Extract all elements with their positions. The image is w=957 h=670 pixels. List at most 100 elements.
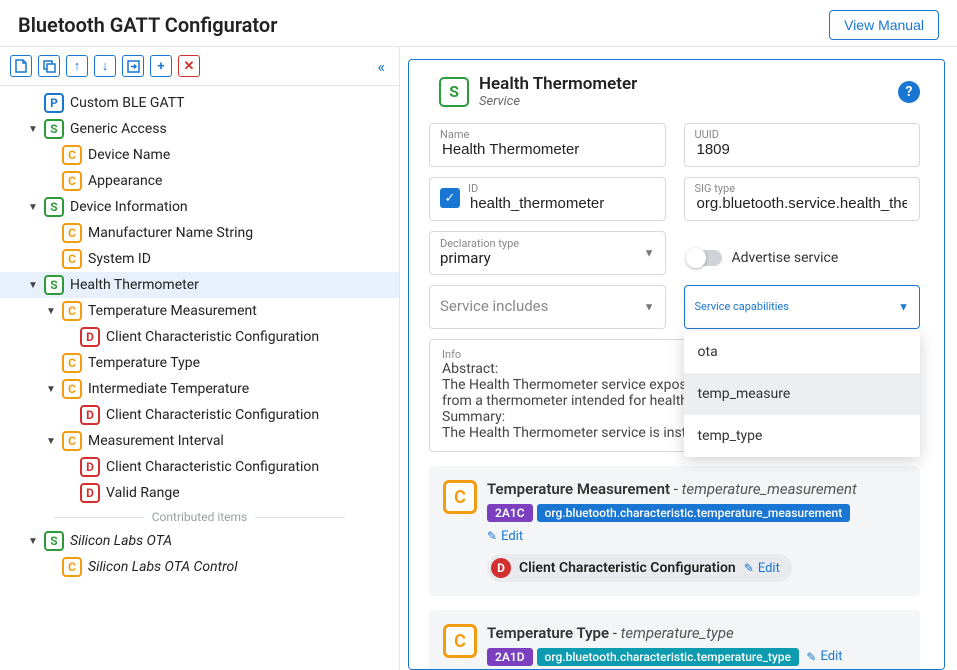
tree-label: Appearance: [88, 173, 162, 189]
characteristic-badge-icon: C: [443, 480, 477, 514]
copy-icon[interactable]: [38, 55, 60, 77]
advertise-toggle[interactable]: [688, 250, 722, 266]
type-pill: org.bluetooth.characteristic.temperature…: [537, 504, 851, 522]
tree-row[interactable]: ▼ S Device Information: [0, 194, 399, 220]
id-field[interactable]: ✓ ID: [429, 177, 666, 221]
d-badge-icon: D: [80, 327, 100, 347]
descriptor-row[interactable]: DClient Characteristic ConfigurationEdit: [487, 554, 792, 582]
tree-label: Client Characteristic Configuration: [106, 459, 319, 475]
declaration-type-value: primary: [440, 249, 655, 267]
caret-down-icon[interactable]: ▼: [28, 536, 38, 547]
uuid-field[interactable]: UUID: [684, 123, 921, 167]
new-icon[interactable]: [10, 55, 32, 77]
s-badge-icon: S: [44, 197, 64, 217]
tree-row[interactable]: ▼CSystem ID: [0, 246, 399, 272]
tree-row[interactable]: ▼CTemperature Measurement: [0, 298, 399, 324]
name-label: Name: [440, 129, 655, 140]
s-badge-icon: S: [44, 119, 64, 139]
sig-type-input[interactable]: [695, 194, 910, 213]
delete-icon[interactable]: ✕: [178, 55, 200, 77]
tree-row[interactable]: ▼ S Health Thermometer: [0, 272, 399, 298]
uuid-input[interactable]: [695, 140, 910, 159]
collapse-panel-icon[interactable]: «: [373, 57, 389, 76]
tree-row[interactable]: ▼DClient Characteristic Configuration: [0, 402, 399, 428]
tree-row[interactable]: ▼CTemperature Type: [0, 350, 399, 376]
c-badge-icon: C: [62, 431, 82, 451]
tree-label: Manufacturer Name String: [88, 225, 253, 241]
c-badge-icon: C: [62, 223, 82, 243]
characteristic-badge-icon: C: [443, 624, 477, 658]
edit-button[interactable]: Edit: [487, 529, 523, 544]
tree-row[interactable]: ▼CSilicon Labs OTA Control: [0, 554, 399, 580]
characteristic-title: Temperature Type - temperature_type: [487, 624, 906, 642]
tree-row[interactable]: ▼SSilicon Labs OTA: [0, 528, 399, 554]
id-input[interactable]: [468, 194, 655, 213]
c-badge-icon: C: [62, 379, 82, 399]
characteristic-card: C Temperature Type - temperature_type 2A1D…: [429, 610, 920, 670]
declaration-type-select[interactable]: Declaration type primary ▼: [429, 231, 666, 275]
id-label: ID: [468, 183, 655, 194]
caret-down-icon[interactable]: ▼: [28, 202, 38, 213]
descriptor-label: Client Characteristic Configuration: [519, 560, 736, 576]
help-icon[interactable]: ?: [898, 81, 920, 103]
tree-row[interactable]: ▼CIntermediate Temperature: [0, 376, 399, 402]
tree-row[interactable]: ▼PCustom BLE GATT: [0, 90, 399, 116]
caret-down-icon[interactable]: ▼: [46, 306, 56, 317]
uuid-pill: 2A1D: [487, 648, 533, 666]
caret-down-icon[interactable]: ▼: [46, 436, 56, 447]
tree-row[interactable]: ▼CDevice Name: [0, 142, 399, 168]
d-badge-icon: D: [80, 457, 100, 477]
caret-down-icon[interactable]: ▼: [28, 124, 38, 135]
tree-label: Health Thermometer: [70, 277, 199, 293]
sig-type-field[interactable]: SIG type: [684, 177, 921, 221]
dropdown-item[interactable]: temp_measure: [684, 373, 921, 415]
characteristic-card: C Temperature Measurement - temperature_m…: [429, 466, 920, 596]
page-title: Bluetooth GATT Configurator: [18, 13, 277, 37]
characteristic-title: Temperature Measurement - temperature_me…: [487, 480, 906, 498]
upload-icon[interactable]: ↑: [66, 55, 88, 77]
download-icon[interactable]: ↓: [94, 55, 116, 77]
import-icon[interactable]: [122, 55, 144, 77]
edit-button[interactable]: Edit: [806, 649, 842, 664]
service-capabilities-label: Service capabilities: [695, 301, 910, 312]
type-pill: org.bluetooth.characteristic.temperature…: [537, 648, 799, 666]
name-input[interactable]: [440, 140, 655, 159]
edit-button[interactable]: Edit: [744, 561, 780, 576]
caret-down-icon[interactable]: ▼: [28, 280, 38, 291]
left-panel: ↑ ↓ + ✕ « ▼PCustom BLE GATT ▼ S Generic Acc…: [0, 47, 400, 670]
tree-row[interactable]: ▼CAppearance: [0, 168, 399, 194]
id-checkbox[interactable]: ✓: [440, 188, 460, 208]
tree-row[interactable]: ▼DClient Characteristic Configuration: [0, 324, 399, 350]
tree-label: Generic Access: [70, 121, 167, 137]
service-includes-placeholder: Service includes: [440, 297, 655, 315]
tree-label: Device Name: [88, 147, 170, 163]
uuid-label: UUID: [695, 129, 910, 140]
service-includes-select[interactable]: Service includes ▼: [429, 285, 666, 329]
c-badge-icon: C: [62, 171, 82, 191]
name-field[interactable]: Name: [429, 123, 666, 167]
detail-panel: S Health Thermometer Service ? Name: [400, 47, 957, 670]
caret-down-icon[interactable]: ▼: [46, 384, 56, 395]
tree-label: Device Information: [70, 199, 188, 215]
s-badge-icon: S: [44, 275, 64, 295]
tree-row[interactable]: ▼ C Measurement Interval: [0, 428, 399, 454]
view-manual-button[interactable]: View Manual: [829, 10, 939, 40]
tree-label: System ID: [88, 251, 151, 267]
tree-row[interactable]: ▼DValid Range: [0, 480, 399, 506]
tree-row[interactable]: ▼CManufacturer Name String: [0, 220, 399, 246]
tree-row[interactable]: ▼ S Generic Access: [0, 116, 399, 142]
service-capabilities-dropdown[interactable]: otatemp_measuretemp_type: [684, 331, 921, 457]
dropdown-item[interactable]: ota: [684, 331, 921, 373]
tree-row[interactable]: ▼DClient Characteristic Configuration: [0, 454, 399, 480]
c-badge-icon: C: [62, 301, 82, 321]
dropdown-item[interactable]: temp_type: [684, 415, 921, 457]
tree-label: Client Characteristic Configuration: [106, 407, 319, 423]
d-badge-icon: D: [80, 405, 100, 425]
service-capabilities-select[interactable]: Service capabilities ▼: [684, 285, 921, 329]
c-badge-icon: C: [62, 353, 82, 373]
tree-label: Client Characteristic Configuration: [106, 329, 319, 345]
add-icon[interactable]: +: [150, 55, 172, 77]
tree-label: Measurement Interval: [88, 433, 224, 449]
declaration-type-label: Declaration type: [440, 238, 655, 249]
tree-label: Custom BLE GATT: [70, 95, 185, 111]
